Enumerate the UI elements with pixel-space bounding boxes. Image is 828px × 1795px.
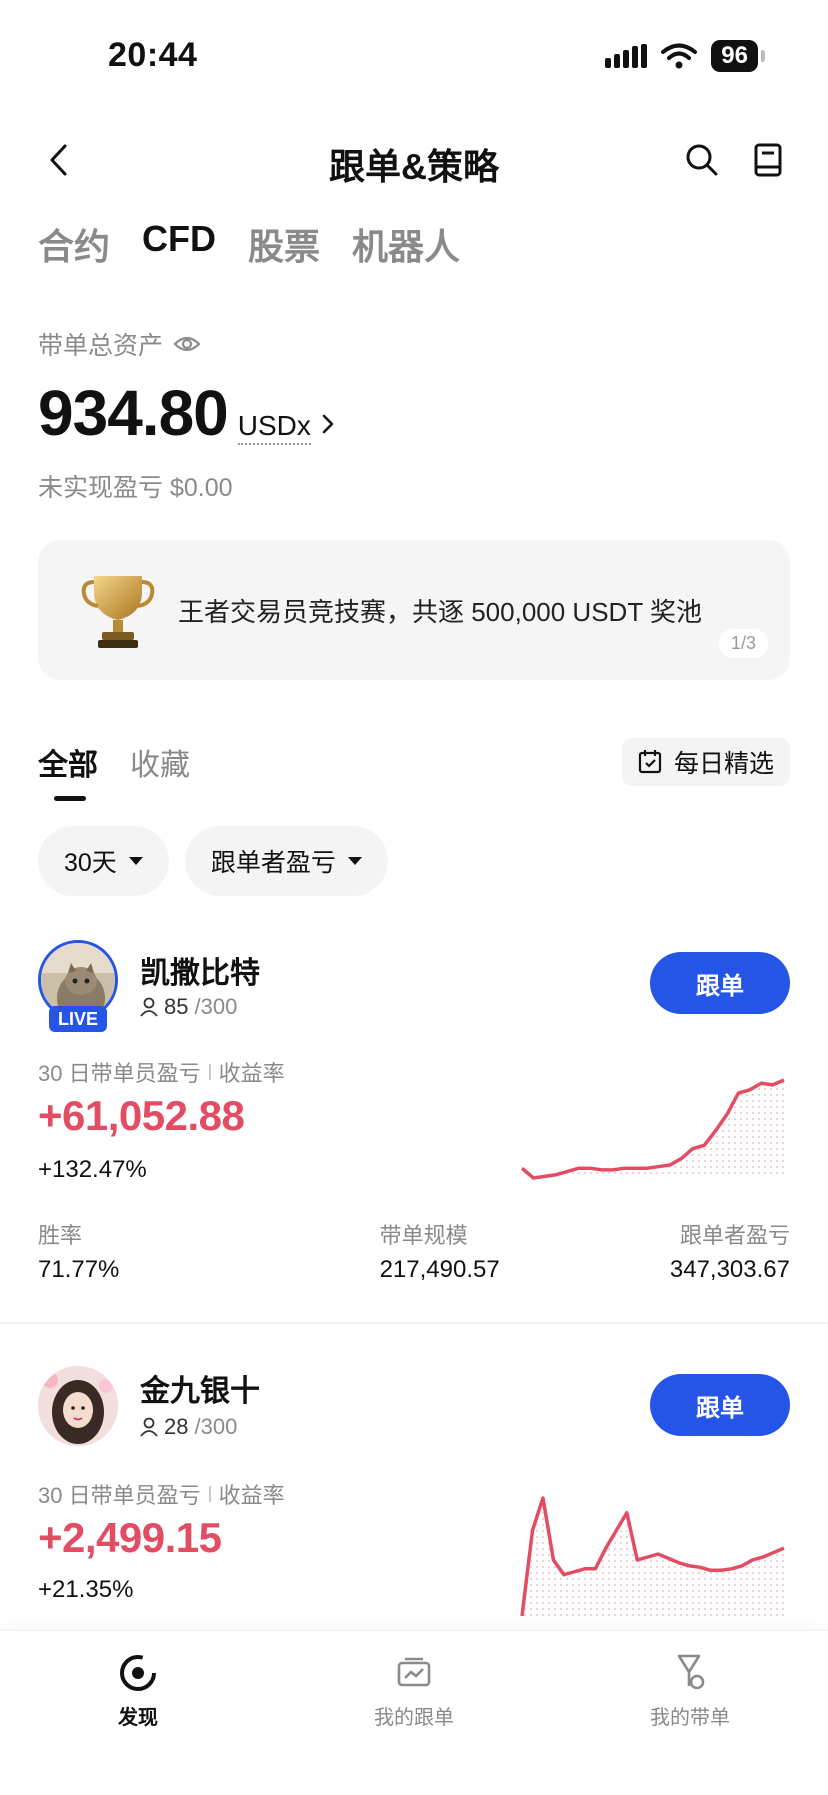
sort-filter[interactable]: 跟单者盈亏 bbox=[184, 826, 388, 896]
search-button[interactable] bbox=[680, 138, 724, 182]
tab-cfd[interactable]: CFD bbox=[142, 218, 216, 270]
bottom-nav: 发现 我的跟单 我的带单 bbox=[0, 1630, 828, 1795]
pnl-label: 30 日带单员盈亏 bbox=[38, 1061, 201, 1086]
divider bbox=[0, 1322, 828, 1324]
period-filter-label: 30天 bbox=[64, 849, 117, 877]
nav-my-copy[interactable]: 我的跟单 bbox=[314, 1653, 514, 1795]
filter-bar: 30天 跟单者盈亏 bbox=[38, 826, 388, 896]
nav-discover[interactable]: 发现 bbox=[38, 1653, 238, 1795]
book-icon bbox=[754, 143, 782, 177]
follower-pnl-stat: 跟单者盈亏 347,303.67 bbox=[670, 1218, 790, 1284]
roi-label: 收益率 bbox=[218, 1483, 285, 1508]
portrait-avatar-icon bbox=[38, 1366, 118, 1446]
pnl-label-row: 30 日带单员盈亏 收益率 bbox=[38, 1056, 285, 1088]
stat-label: 跟单者盈亏 bbox=[679, 1223, 790, 1248]
trader-card[interactable]: LIVE 凯撒比特 85/300 跟单 30 日带单员盈亏 收益率 +61,05… bbox=[0, 940, 828, 1320]
search-icon bbox=[686, 144, 718, 176]
wifi-icon bbox=[661, 43, 698, 69]
category-tabs: 合约 CFD 股票 机器人 bbox=[38, 218, 460, 270]
stat-value: 347,303.67 bbox=[669, 1256, 790, 1283]
pnl-label-row: 30 日带单员盈亏 收益率 bbox=[38, 1478, 285, 1510]
tab-contract[interactable]: 合约 bbox=[38, 218, 110, 270]
nav-label: 我的带单 bbox=[650, 1707, 730, 1729]
assets-value-row[interactable]: 934.80 USDx bbox=[38, 376, 335, 450]
guide-button[interactable] bbox=[746, 138, 790, 182]
calendar-check-icon bbox=[638, 750, 662, 774]
tab-all[interactable]: 全部 bbox=[38, 740, 98, 801]
chevron-right-icon bbox=[322, 414, 334, 434]
pnl-sparkline bbox=[520, 1496, 785, 1617]
follow-button[interactable]: 跟单 bbox=[650, 1374, 790, 1436]
stats-row: 胜率 71.77% 带单规模 217,490.57 跟单者盈亏 347,303.… bbox=[38, 1218, 790, 1284]
follower-count: 28/300 bbox=[140, 1414, 237, 1440]
assets-value: 934.80 bbox=[38, 377, 229, 449]
tab-stocks[interactable]: 股票 bbox=[248, 218, 320, 270]
assets-label: 带单总资产 bbox=[38, 332, 164, 360]
pnl-sparkline bbox=[520, 1078, 785, 1180]
assets-unit: USDx bbox=[237, 410, 311, 445]
banner-text: 王者交易员竞技赛，共逐 500,000 USDT 奖池 bbox=[178, 597, 702, 627]
nav-my-lead[interactable]: 我的带单 bbox=[590, 1653, 790, 1795]
promo-banner[interactable]: 王者交易员竞技赛，共逐 500,000 USDT 奖池 1/3 bbox=[38, 540, 790, 680]
avatar[interactable] bbox=[38, 1366, 118, 1446]
pnl-value: +61,052.88 bbox=[38, 1092, 245, 1139]
sort-filter-label: 跟单者盈亏 bbox=[210, 849, 336, 877]
pnl-label: 30 日带单员盈亏 bbox=[38, 1483, 201, 1508]
roi-value: +21.35% bbox=[38, 1576, 134, 1603]
stat-value: 71.77% bbox=[38, 1256, 120, 1283]
daily-pick-label: 每日精选 bbox=[673, 750, 774, 778]
trader-card[interactable]: 金九银十 28/300 跟单 30 日带单员盈亏 收益率 +2,499.15 +… bbox=[0, 1362, 828, 1632]
roi-value: +132.47% bbox=[38, 1156, 147, 1183]
follower-count: 85/300 bbox=[140, 994, 237, 1020]
user-icon bbox=[140, 1417, 158, 1437]
sparkline-area bbox=[522, 1080, 784, 1178]
daily-pick-button[interactable]: 每日精选 bbox=[621, 738, 790, 786]
stat-value: 217,490.57 bbox=[379, 1256, 500, 1283]
aum-stat: 带单规模 217,490.57 bbox=[380, 1218, 500, 1284]
tab-bots[interactable]: 机器人 bbox=[352, 218, 460, 270]
follow-button[interactable]: 跟单 bbox=[650, 952, 790, 1014]
tab-favorites[interactable]: 收藏 bbox=[130, 740, 190, 784]
stat-label: 带单规模 bbox=[379, 1223, 468, 1248]
eye-icon[interactable] bbox=[173, 334, 201, 354]
trader-name[interactable]: 凯撒比特 bbox=[140, 948, 260, 992]
status-time: 20:44 bbox=[108, 36, 198, 74]
my-lead-icon bbox=[677, 1654, 705, 1690]
nav-label: 我的跟单 bbox=[374, 1707, 454, 1729]
unrealized-pnl: 未实现盈亏 $0.00 bbox=[38, 474, 233, 502]
followers-capacity: /300 bbox=[194, 994, 238, 1019]
followers-current: 28 bbox=[164, 1414, 189, 1439]
trader-name[interactable]: 金九银十 bbox=[140, 1366, 260, 1410]
assets-label-row: 带单总资产 bbox=[38, 326, 201, 362]
caret-down-icon bbox=[128, 857, 143, 865]
user-icon bbox=[140, 997, 158, 1017]
list-tabs: 全部 收藏 bbox=[38, 740, 190, 801]
roi-label: 收益率 bbox=[218, 1061, 285, 1086]
pnl-value: +2,499.15 bbox=[38, 1514, 222, 1561]
stat-label: 胜率 bbox=[38, 1223, 83, 1248]
divider bbox=[208, 1486, 211, 1502]
followers-current: 85 bbox=[164, 994, 189, 1019]
divider bbox=[208, 1064, 211, 1080]
discover-icon bbox=[120, 1655, 156, 1691]
caret-down-icon bbox=[347, 857, 362, 865]
my-copy-icon bbox=[397, 1657, 431, 1687]
win-rate-stat: 胜率 71.77% bbox=[38, 1218, 119, 1284]
followers-capacity: /300 bbox=[194, 1414, 238, 1439]
battery-indicator: 96 bbox=[711, 40, 765, 72]
period-filter[interactable]: 30天 bbox=[38, 826, 169, 896]
nav-bar: 跟单&策略 bbox=[0, 120, 828, 200]
banner-pager: 1/3 bbox=[718, 629, 768, 658]
status-bar: 20:44 96 bbox=[0, 0, 828, 110]
signal-icon bbox=[605, 44, 648, 68]
nav-label: 发现 bbox=[118, 1707, 158, 1729]
live-badge: LIVE bbox=[49, 1006, 107, 1032]
trophy-icon bbox=[81, 576, 155, 648]
